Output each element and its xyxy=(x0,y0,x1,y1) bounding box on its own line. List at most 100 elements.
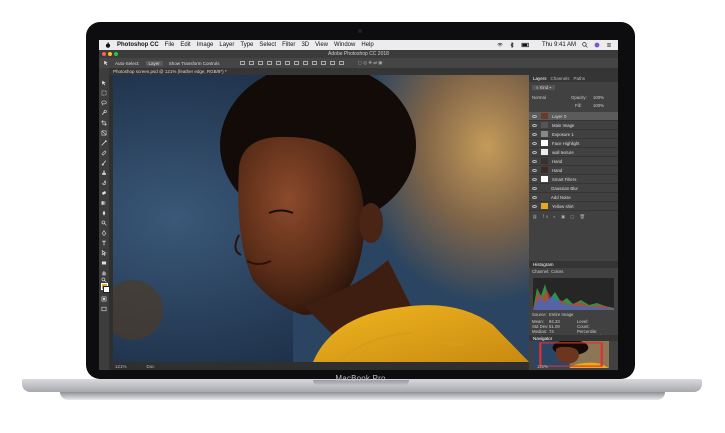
quick-mask-icon[interactable] xyxy=(101,296,107,302)
blend-mode-dropdown[interactable]: Normal xyxy=(532,95,546,100)
layer-row[interactable]: Hand xyxy=(529,166,618,175)
layer-row[interactable]: wall texture xyxy=(529,148,618,157)
menu-image[interactable]: Image xyxy=(197,42,214,48)
opacity-field[interactable]: 100% xyxy=(593,95,604,100)
menu-window[interactable]: Window xyxy=(334,42,355,48)
lasso-tool-icon[interactable] xyxy=(101,100,107,106)
layer-row[interactable]: Hand xyxy=(529,157,618,166)
document-info[interactable]: Doc xyxy=(147,364,155,369)
brush-tool-icon[interactable] xyxy=(101,160,107,166)
menu-file[interactable]: File xyxy=(165,42,175,48)
histogram-title[interactable]: Histogram xyxy=(533,262,554,267)
align-right-icon[interactable] xyxy=(284,61,290,65)
layer-row[interactable]: Exposure 1 xyxy=(529,130,618,139)
path-selection-tool-icon[interactable] xyxy=(101,250,107,256)
eyedropper-tool-icon[interactable] xyxy=(101,140,107,146)
visibility-eye-icon[interactable] xyxy=(532,132,537,136)
menu-view[interactable]: View xyxy=(315,42,328,48)
crop-tool-icon[interactable] xyxy=(101,120,107,126)
menu-3d[interactable]: 3D xyxy=(301,42,309,48)
fill-field[interactable]: 100% xyxy=(593,103,604,108)
distribute-left-icon[interactable] xyxy=(320,61,326,65)
marquee-tool-icon[interactable] xyxy=(101,90,107,96)
background-color-swatch[interactable] xyxy=(103,286,110,293)
visibility-eye-icon[interactable] xyxy=(532,141,537,145)
auto-select-dropdown[interactable]: Layer xyxy=(145,60,163,66)
gradient-tool-icon[interactable] xyxy=(101,200,107,206)
apple-logo-icon[interactable] xyxy=(105,42,111,48)
frame-tool-icon[interactable] xyxy=(101,130,107,136)
navigator-zoom[interactable]: 121% xyxy=(537,364,548,369)
distribute-top-icon[interactable] xyxy=(293,61,299,65)
tab-layers[interactable]: Layers xyxy=(533,76,547,81)
document-tab[interactable]: Photoshop screen.psd @ 121% (feather edg… xyxy=(113,68,227,75)
screen-mode-icon[interactable] xyxy=(101,306,107,312)
app-name-menu[interactable]: Photoshop CC xyxy=(117,42,159,48)
histogram-source-dropdown[interactable]: Entire Image xyxy=(549,312,573,317)
visibility-eye-icon[interactable] xyxy=(532,204,537,208)
histogram-channel-dropdown[interactable]: Colors xyxy=(551,269,563,274)
align-left-icon[interactable] xyxy=(266,61,272,65)
menu-filter[interactable]: Filter xyxy=(282,42,295,48)
menu-type[interactable]: Type xyxy=(240,42,253,48)
distribute-bottom-icon[interactable] xyxy=(311,61,317,65)
visibility-eye-icon[interactable] xyxy=(532,168,537,172)
clone-stamp-tool-icon[interactable] xyxy=(101,170,107,176)
distribute-center-icon[interactable] xyxy=(329,61,335,65)
tab-paths[interactable]: Paths xyxy=(574,76,586,81)
move-tool-button-icon[interactable] xyxy=(101,80,107,86)
visibility-eye-icon[interactable] xyxy=(532,177,537,181)
navigator-title[interactable]: Navigator xyxy=(533,336,552,341)
notification-center-icon[interactable] xyxy=(606,42,612,48)
visibility-eye-icon[interactable] xyxy=(532,195,537,199)
battery-icon[interactable] xyxy=(521,42,530,48)
distribute-right-icon[interactable] xyxy=(338,61,344,65)
blur-tool-icon[interactable] xyxy=(101,210,107,216)
type-tool-icon[interactable] xyxy=(101,240,107,246)
history-brush-tool-icon[interactable] xyxy=(101,180,107,186)
siri-icon[interactable] xyxy=(594,42,600,48)
eraser-tool-icon[interactable] xyxy=(101,190,107,196)
layer-row[interactable]: Yellow shirt xyxy=(529,202,618,211)
wifi-icon[interactable] xyxy=(497,42,503,48)
layer-panel-footer-icons[interactable]: ⛓ fx ◐ ▣ ▢ 🗑 xyxy=(532,214,587,220)
bluetooth-icon[interactable] xyxy=(509,42,515,48)
auto-select-checkbox-label[interactable]: Auto-Select: xyxy=(115,61,140,66)
show-transform-controls-checkbox[interactable]: Show Transform Controls xyxy=(169,61,220,66)
zoom-window-button[interactable] xyxy=(114,52,118,56)
canvas-image[interactable] xyxy=(113,75,529,362)
layer-filter-kind[interactable]: ⌕ Kind ▾ xyxy=(532,85,556,90)
layer-row[interactable]: Layer 0 xyxy=(529,112,618,121)
minimize-window-button[interactable] xyxy=(108,52,112,56)
healing-brush-tool-icon[interactable] xyxy=(101,150,107,156)
align-top-icon[interactable] xyxy=(239,61,245,65)
visibility-eye-icon[interactable] xyxy=(532,150,537,154)
menu-edit[interactable]: Edit xyxy=(180,42,190,48)
layer-row[interactable]: Main Image xyxy=(529,121,618,130)
menu-layer[interactable]: Layer xyxy=(219,42,234,48)
hand-tool-icon[interactable] xyxy=(101,270,107,276)
visibility-eye-icon[interactable] xyxy=(532,186,537,190)
close-window-button[interactable] xyxy=(102,52,106,56)
spotlight-icon[interactable] xyxy=(582,42,588,48)
tab-channels[interactable]: Channels xyxy=(551,76,570,81)
layer-row[interactable]: Add Noise xyxy=(529,193,618,202)
align-bottom-icon[interactable] xyxy=(257,61,263,65)
visibility-eye-icon[interactable] xyxy=(532,123,537,127)
align-center-icon[interactable] xyxy=(275,61,281,65)
3d-mode-icons[interactable]: ▢ ◎ ✥ ⇄ ▣ xyxy=(358,60,383,66)
align-middle-icon[interactable] xyxy=(248,61,254,65)
visibility-eye-icon[interactable] xyxy=(532,159,537,163)
pen-tool-icon[interactable] xyxy=(101,230,107,236)
quick-select-tool-icon[interactable] xyxy=(101,110,107,116)
clock[interactable]: Thu 9:41 AM xyxy=(542,42,576,48)
zoom-readout[interactable]: 121% xyxy=(115,364,127,369)
menu-select[interactable]: Select xyxy=(259,42,276,48)
move-tool-icon[interactable] xyxy=(103,60,109,66)
layer-row[interactable]: Face Highlight xyxy=(529,139,618,148)
menu-help[interactable]: Help xyxy=(361,42,373,48)
layer-row[interactable]: Gaussian Blur xyxy=(529,184,618,193)
distribute-middle-icon[interactable] xyxy=(302,61,308,65)
layer-row[interactable]: Smart Filters xyxy=(529,175,618,184)
rectangle-tool-icon[interactable] xyxy=(101,260,107,266)
